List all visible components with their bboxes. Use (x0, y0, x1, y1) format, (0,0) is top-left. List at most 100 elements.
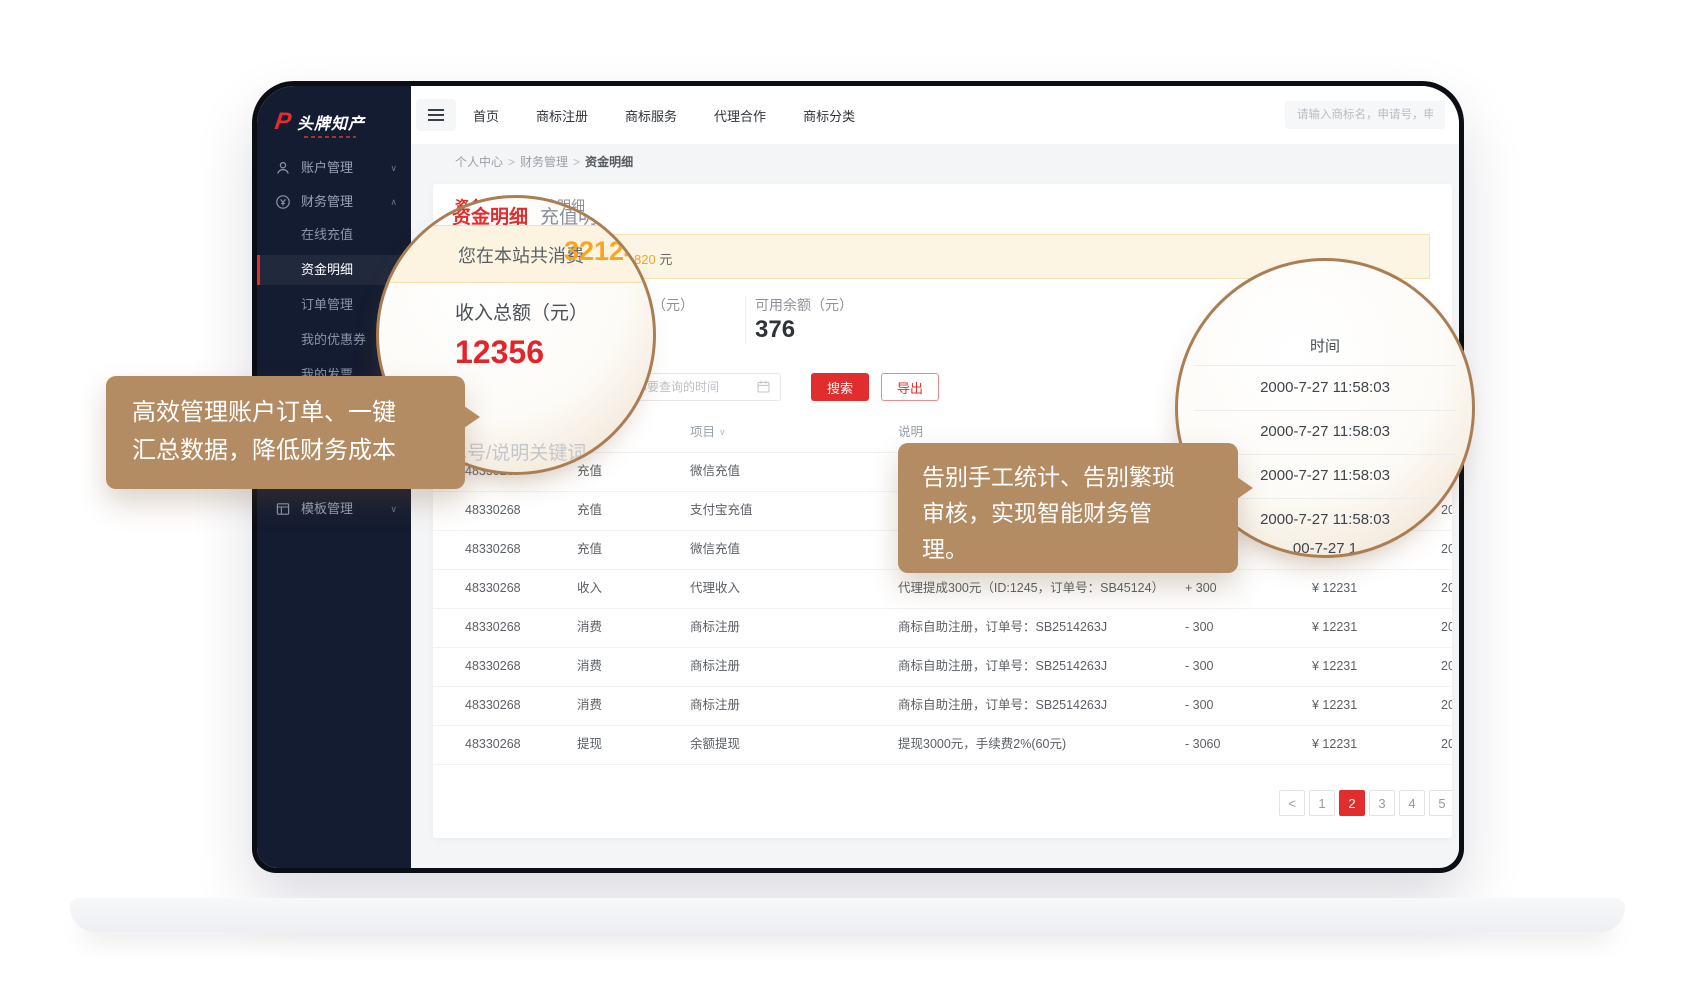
breadcrumb-part: 资金明细 (585, 155, 633, 169)
cell-desc: 商标自助注册，订单号：SB2514263J (898, 608, 1107, 647)
callout-text-line: 审核，实现智能财务管 (922, 495, 1214, 531)
brand-logo-icon: P (273, 111, 292, 133)
export-button[interactable]: 导出 (881, 373, 939, 401)
cell-project: 支付宝充值 (690, 491, 753, 530)
brand-logo-accent (304, 136, 356, 138)
cell-type: 提现 (577, 725, 602, 764)
laptop-base (70, 898, 1625, 932)
cell-project: 商标注册 (690, 608, 740, 647)
sidebar-item-label: 账户管理 (301, 153, 353, 183)
sidebar-subitem-label: 在线充值 (301, 220, 353, 250)
breadcrumb-separator: > (508, 155, 515, 169)
sidebar-item-finance[interactable]: 财务管理 ∧ (257, 187, 411, 217)
nav-item[interactable]: 商标分类 (803, 106, 855, 125)
column-project[interactable]: 项目∨ (690, 412, 715, 452)
breadcrumb-part[interactable]: 财务管理 (520, 155, 568, 169)
nav-item[interactable]: 商标服务 (625, 106, 677, 125)
table-row: 48330268消费商标注册商标自助注册，订单号：SB2514263J- 300… (433, 686, 1452, 726)
nav-item[interactable]: 代理合作 (714, 106, 766, 125)
lens-banner-value: 32124 (564, 236, 639, 267)
breadcrumb: 个人中心 > 财务管理 > 资金明细 (455, 153, 633, 170)
cell-type: 充值 (577, 530, 602, 569)
cell-balance: ¥ 12231 (1312, 725, 1357, 764)
sidebar-subitem-label: 订单管理 (301, 290, 353, 320)
cell-desc: 提现3000元，手续费2%(60元) (898, 725, 1066, 764)
cell-project: 微信充值 (690, 452, 740, 491)
stat-balance-label: 可用余额（元） (755, 295, 853, 315)
page-button[interactable]: 1 (1309, 790, 1335, 816)
cell-balance: ¥ 12231 (1312, 686, 1357, 725)
cell-project: 商标注册 (690, 647, 740, 686)
lens-time-row: 2000-7-27 11:58:03 (1178, 423, 1472, 440)
cell-time: 2000-7-27 11:58:03 (1441, 647, 1452, 686)
page-prev-button[interactable]: < (1279, 790, 1305, 816)
sidebar-item-account[interactable]: 账户管理 ∨ (257, 153, 411, 183)
chevron-down-icon: ∨ (390, 494, 397, 524)
callout-left: 高效管理账户订单、一键汇总数据，降低财务成本 (106, 376, 465, 489)
page-button[interactable]: 3 (1369, 790, 1395, 816)
cell-balance: ¥ 12231 (1312, 608, 1357, 647)
search-button[interactable]: 搜索 (811, 373, 869, 401)
cell-amount: - 300 (1185, 686, 1214, 725)
cell-order: 48330268 (465, 725, 521, 764)
cell-desc: 代理提成300元（ID:1245，订单号：SB45124） (898, 569, 1164, 608)
callout-text-line: 告别手工统计、告别繁琐 (922, 459, 1214, 495)
brand-logo: P 头牌知产 (275, 110, 365, 134)
callout-text-line: 理。 (922, 531, 1214, 567)
cell-time: 2000-7-27 11:58:03 (1441, 686, 1452, 725)
cell-time: 2000-7-27 11:58:03 (1441, 608, 1452, 647)
cell-project: 余额提现 (690, 725, 740, 764)
cell-amount: - 300 (1185, 647, 1214, 686)
cell-order: 48330268 (465, 491, 521, 530)
cell-project: 代理收入 (690, 569, 740, 608)
chevron-down-icon: ∨ (390, 153, 397, 183)
cell-type: 充值 (577, 491, 602, 530)
sidebar-subitem-label: 我的优惠券 (301, 325, 366, 355)
nav-item[interactable]: 首页 (473, 106, 499, 125)
callout-tail (1237, 477, 1253, 499)
cell-type: 消费 (577, 647, 602, 686)
lens-divider (1194, 410, 1456, 411)
table-row: 48330268 收入 代理收入 代理提成300元（ID:1245，订单号：SB451… (433, 569, 1452, 609)
menu-icon[interactable] (416, 99, 456, 131)
cell-order: 48330268 (465, 686, 521, 725)
breadcrumb-part[interactable]: 个人中心 (455, 155, 503, 169)
callout-text-line: 汇总数据，降低财务成本 (132, 432, 439, 470)
cell-order: 48330268 (465, 530, 521, 569)
chevron-up-icon: ∧ (390, 187, 397, 217)
cell-balance: ¥ 12231 (1312, 569, 1357, 608)
pagination: <12345 (1279, 790, 1452, 816)
cell-amount: - 3060 (1185, 725, 1220, 764)
cell-time: 2000-7-27 11:58:03 (1441, 725, 1452, 764)
callout-right: 告别手工统计、告别繁琐审核，实现智能财务管理。 (898, 443, 1238, 573)
page-button[interactable]: 5 (1429, 790, 1452, 816)
page: P 头牌知产 账户管理 ∨ 财务管 (0, 0, 1696, 1002)
cell-order: 48330268 (465, 608, 521, 647)
sidebar-item-label: 财务管理 (301, 187, 353, 217)
page-button[interactable]: 2 (1339, 790, 1365, 816)
cell-type: 收入 (577, 569, 602, 608)
breadcrumb-separator: > (573, 155, 580, 169)
finance-icon (275, 194, 291, 210)
top-navbar: 首页 商标注册 商标服务 代理合作 商标分类 (411, 86, 1459, 145)
nav-item[interactable]: 商标注册 (536, 106, 588, 125)
table-row: 48330268消费商标注册商标自助注册，订单号：SB2514263J- 300… (433, 608, 1452, 648)
stat-divider (745, 296, 746, 344)
page-button[interactable]: 4 (1399, 790, 1425, 816)
lens-income-label: 收入总额（元） (455, 298, 588, 325)
cell-type: 消费 (577, 686, 602, 725)
cell-order: 48330268 (465, 569, 521, 608)
search-input[interactable] (1285, 101, 1445, 129)
cell-amount: - 300 (1185, 608, 1214, 647)
cell-project: 商标注册 (690, 686, 740, 725)
chevron-down-icon: ∨ (719, 412, 726, 452)
brand-name: 头牌知产 (297, 110, 365, 134)
table-row: 48330268 提现 余额提现 提现3000元，手续费2%(60元) - 3060 ¥ … (433, 725, 1452, 765)
table-row: 48330268消费商标注册商标自助注册，订单号：SB2514263J- 300… (433, 647, 1452, 687)
cell-amount: + 300 (1185, 569, 1217, 608)
cell-order: 48330268 (465, 647, 521, 686)
top-nav-links: 首页 商标注册 商标服务 代理合作 商标分类 (473, 86, 855, 144)
sidebar-item-template[interactable]: 模板管理 ∨ (257, 494, 411, 524)
template-icon (275, 501, 291, 517)
calendar-icon[interactable] (757, 380, 770, 393)
